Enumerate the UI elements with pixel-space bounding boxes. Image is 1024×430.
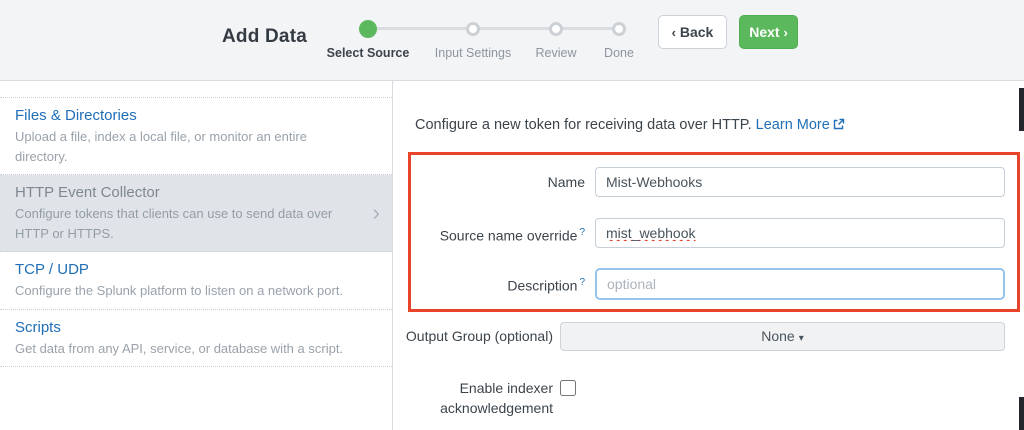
source-override-label: Source name override?	[394, 218, 585, 251]
sidebar-item-files-directories[interactable]: Files & Directories Upload a file, index…	[0, 97, 392, 175]
sidebar-item-title: Scripts	[15, 319, 358, 336]
learn-more-link[interactable]: Learn More	[756, 117, 830, 133]
output-group-dropdown[interactable]: None ▾	[560, 322, 1005, 351]
source-override-input[interactable]	[595, 218, 1005, 248]
intro-sentence: Configure a new token for receiving data…	[415, 117, 752, 133]
sidebar-item-title: TCP / UDP	[15, 261, 358, 278]
wizard-header: Add Data Select Source Input Settings Re…	[0, 0, 1024, 81]
step-label-review: Review	[536, 46, 577, 60]
next-button[interactable]: Next ›	[739, 15, 798, 49]
step-dot-input-settings	[466, 22, 480, 36]
description-label-text: Description	[507, 278, 577, 294]
next-chevron-icon: ›	[783, 25, 787, 40]
enable-ack-label: Enable indexer acknowledgement	[394, 378, 553, 418]
back-button[interactable]: ‹ Back	[658, 15, 727, 49]
next-button-label: Next	[749, 24, 779, 40]
name-input[interactable]	[595, 167, 1005, 197]
sidebar-item-description: Configure the Splunk platform to listen …	[15, 281, 358, 301]
step-label-done: Done	[604, 46, 634, 60]
sidebar-item-description: Get data from any API, service, or datab…	[15, 339, 358, 359]
enable-ack-label-line2: acknowledgement	[394, 398, 553, 418]
dropdown-caret-icon: ▾	[799, 333, 804, 344]
sidebar-item-scripts[interactable]: Scripts Get data from any API, service, …	[0, 310, 392, 368]
scrollbar-fragment-bottom[interactable]	[1019, 397, 1024, 430]
sidebar-item-http-event-collector[interactable]: HTTP Event Collector Configure tokens th…	[0, 175, 392, 252]
description-help-icon[interactable]: ?	[579, 277, 585, 288]
sidebar-item-description: Configure tokens that clients can use to…	[15, 204, 358, 243]
source-override-label-text: Source name override	[440, 228, 578, 244]
step-dot-done	[612, 22, 626, 36]
back-chevron-icon: ‹	[672, 25, 676, 40]
description-label: Description?	[394, 268, 585, 301]
sidebar-item-title: Files & Directories	[15, 107, 358, 124]
page-title: Add Data	[222, 26, 307, 48]
enable-ack-checkbox[interactable]	[560, 380, 576, 396]
enable-ack-label-line1: Enable indexer	[394, 378, 553, 398]
scrollbar-fragment-top[interactable]	[1019, 88, 1024, 131]
source-override-help-icon[interactable]: ?	[579, 227, 585, 238]
stepper-connector-line	[368, 27, 619, 30]
intro-text: Configure a new token for receiving data…	[415, 117, 845, 134]
output-group-label: Output Group (optional)	[394, 322, 553, 351]
add-data-wizard: Add Data Select Source Input Settings Re…	[0, 0, 1024, 430]
chevron-right-icon: ›	[373, 202, 380, 224]
sidebar-item-tcp-udp[interactable]: TCP / UDP Configure the Splunk platform …	[0, 252, 392, 310]
wizard-stepper: Select Source Input Settings Review Done	[330, 0, 660, 81]
step-dot-select-source	[359, 20, 377, 38]
sidebar-item-description: Upload a file, index a local file, or mo…	[15, 127, 358, 166]
description-input[interactable]	[595, 268, 1005, 300]
step-label-select-source: Select Source	[327, 46, 410, 60]
step-label-input-settings: Input Settings	[435, 46, 511, 60]
source-type-sidebar: Files & Directories Upload a file, index…	[0, 81, 393, 430]
sidebar-item-title: HTTP Event Collector	[15, 184, 358, 201]
step-dot-review	[549, 22, 563, 36]
name-label: Name	[394, 167, 585, 197]
token-config-panel: Configure a new token for receiving data…	[394, 81, 1024, 430]
output-group-selected-value: None	[761, 328, 794, 344]
back-button-label: Back	[680, 24, 713, 40]
external-link-icon	[833, 118, 845, 134]
